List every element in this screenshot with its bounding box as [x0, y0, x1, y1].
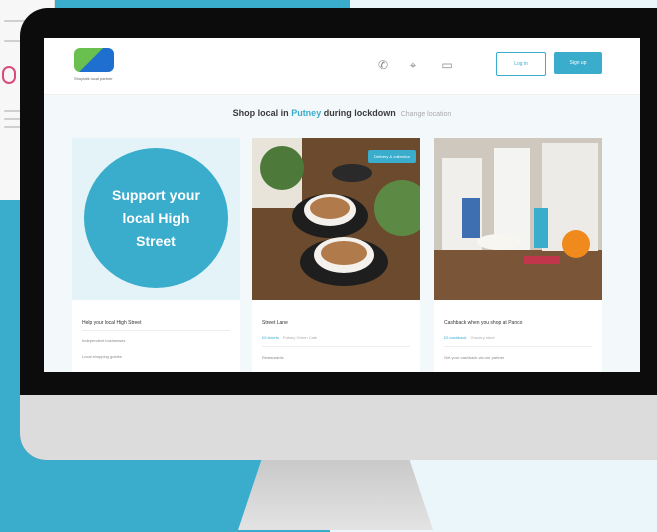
coffee-photo: Delivery & collection [252, 138, 420, 300]
divider [82, 330, 230, 331]
main-content: Shop local in Putney during lockdown Cha… [44, 95, 640, 372]
card-details: Street Lane £5 tickets Putney Green Cafe … [252, 300, 420, 372]
change-location-link[interactable]: Change location [401, 111, 452, 118]
card-title: Help your local High Street [82, 320, 142, 326]
monitor-chin [20, 395, 657, 460]
card-coffee[interactable]: Delivery & collection Street Lane £5 tic… [252, 138, 420, 372]
card-line: Independent businesses [82, 338, 126, 343]
card-line: Get your cashback via our partner [444, 355, 505, 360]
support-circle: Support your local High Street [84, 148, 228, 288]
card-details: Help your local High Street Independent … [72, 300, 240, 372]
location-pin-icon[interactable]: ⌖ [406, 58, 420, 72]
pink-ring-icon [2, 66, 16, 84]
divider [444, 346, 592, 347]
login-button[interactable]: Log in [496, 52, 546, 76]
headline-suffix: during lockdown [321, 108, 396, 118]
divider [262, 346, 410, 347]
phone-icon[interactable]: ✆ [376, 58, 390, 72]
site-logo[interactable] [74, 48, 114, 72]
card-details: Cashback when you shop at Panco £5 cashb… [434, 300, 602, 372]
card-line: Restaurants [262, 355, 284, 360]
website-screen: Shoptalk local partner ✆ ⌖ ▭ Log in Sign… [44, 38, 640, 372]
support-circle-text: Support your local High Street [112, 186, 200, 249]
signup-button[interactable]: Sign up [554, 52, 602, 74]
card-tag: £5 cashback Grocery store [444, 335, 495, 340]
card-title: Cashback when you shop at Panco [444, 320, 523, 326]
pantry-photo [434, 138, 602, 300]
headline-prefix: Shop local in [232, 108, 292, 118]
briefcase-icon[interactable]: ▭ [440, 58, 454, 72]
monitor-stand [238, 460, 433, 530]
card-tag: £5 tickets Putney Green Cafe [262, 335, 318, 340]
card-line: Local shopping guides [82, 354, 122, 359]
headline-place[interactable]: Putney [291, 108, 321, 118]
logo-subtitle: Shoptalk local partner [74, 76, 113, 81]
page-headline: Shop local in Putney during lockdown Cha… [44, 108, 640, 118]
card-pantry[interactable]: Cashback when you shop at Panco £5 cashb… [434, 138, 602, 372]
delivery-badge: Delivery & collection [367, 150, 416, 163]
card-title: Street Lane [262, 320, 288, 326]
card-support-high-street[interactable]: Support your local High Street Help your… [72, 138, 240, 372]
site-header: Shoptalk local partner ✆ ⌖ ▭ Log in Sign… [44, 38, 640, 95]
